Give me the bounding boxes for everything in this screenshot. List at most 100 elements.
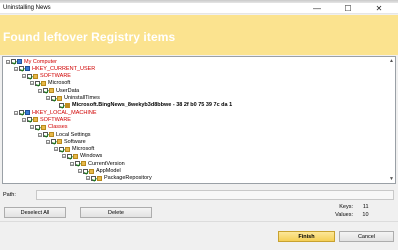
tree-node[interactable]: − Software: [46, 138, 86, 145]
tree-node-checkbox[interactable]: [59, 102, 64, 108]
expand-toggle-icon[interactable]: −: [6, 59, 10, 64]
uninstall-window: Uninstalling News — ☐ ✕ Found leftover R…: [0, 0, 398, 250]
tree-node[interactable]: − Classes: [30, 124, 68, 131]
close-icon: ✕: [375, 4, 383, 13]
tree-node[interactable]: − Microsoft: [54, 146, 94, 153]
banner-heading: Found leftover Registry items: [3, 30, 176, 44]
tree-node-checkbox[interactable]: [83, 168, 88, 174]
tree-node-label: PackageRepository: [104, 175, 152, 182]
expand-toggle-icon[interactable]: −: [22, 117, 26, 122]
tree-node-label: Local Settings: [56, 131, 91, 138]
scroll-up-icon[interactable]: ▲: [389, 58, 394, 64]
tree-node-checkbox[interactable]: [43, 88, 48, 94]
tree-node[interactable]: − SOFTWARE: [22, 116, 71, 123]
folder-icon: [57, 95, 62, 101]
expand-toggle-icon[interactable]: −: [46, 139, 50, 144]
tree-node-label: Software: [64, 138, 86, 145]
folder-icon: [57, 139, 62, 145]
tree-node-label: Microsoft: [48, 80, 71, 87]
tree-node[interactable]: Microsoft.BingNews_8wekyb3d8bbwe - 38 2f…: [54, 102, 232, 109]
folder-icon: [65, 146, 70, 152]
deselect-all-button[interactable]: Deselect All: [4, 207, 66, 218]
expand-toggle-icon[interactable]: −: [38, 132, 42, 137]
tree-node[interactable]: − Windows: [62, 153, 102, 160]
tree-node-label: SOFTWARE: [40, 73, 71, 80]
tree-node-checkbox[interactable]: [27, 117, 32, 123]
tree-node[interactable]: − HKEY_LOCAL_MACHINE: [14, 109, 97, 116]
tree-node-checkbox[interactable]: [43, 132, 48, 137]
folder-icon: [33, 73, 38, 79]
tree-node-checkbox[interactable]: [11, 59, 16, 64]
tree-node[interactable]: − UserData: [38, 87, 79, 94]
tree-node-checkbox[interactable]: [59, 146, 64, 152]
tree-node[interactable]: − SOFTWARE: [22, 73, 71, 80]
expand-toggle-icon[interactable]: −: [54, 147, 58, 152]
tree-node-checkbox[interactable]: [19, 110, 24, 116]
expand-toggle-icon[interactable]: −: [46, 96, 50, 101]
path-row: Path:: [3, 190, 397, 200]
delete-button[interactable]: Delete: [80, 207, 152, 218]
folder-icon: [49, 132, 54, 137]
folder-icon: [97, 175, 102, 181]
title-bar: Uninstalling News — ☐ ✕: [0, 3, 398, 14]
expand-toggle-icon[interactable]: −: [62, 154, 66, 159]
maximize-icon: ☐: [344, 4, 352, 13]
path-label: Path:: [3, 192, 16, 198]
window-title: Uninstalling News: [3, 5, 51, 11]
tree-node-label: Microsoft: [72, 146, 95, 153]
folder-icon: [33, 117, 38, 123]
registry-tree[interactable]: ▲ ▼ − My Computer − HKEY_CURRENT_USER − SOFTW…: [2, 56, 396, 184]
minimize-button[interactable]: —: [302, 3, 332, 14]
registry-hive-icon: [25, 66, 30, 72]
maximize-button[interactable]: ☐: [333, 3, 363, 14]
tree-node-checkbox[interactable]: [51, 95, 56, 101]
registry-key-icon: [65, 102, 70, 108]
tree-node[interactable]: − My Computer: [6, 58, 57, 65]
tree-node-label: My Computer: [24, 58, 58, 65]
tree-node[interactable]: − HKEY_CURRENT_USER: [14, 65, 95, 72]
folder-icon: [73, 153, 78, 159]
expand-toggle-icon[interactable]: −: [14, 110, 18, 115]
registry-hive-icon: [25, 110, 30, 116]
tree-node-checkbox[interactable]: [51, 139, 56, 145]
folder-icon: [49, 88, 54, 94]
expand-toggle-icon[interactable]: −: [78, 169, 82, 174]
tree-node-checkbox[interactable]: [19, 66, 24, 72]
tree-node[interactable]: − AppModel: [78, 168, 121, 175]
keys-label: Keys:: [339, 204, 353, 210]
expand-toggle-icon[interactable]: −: [70, 161, 74, 166]
tree-node[interactable]: − CurrentVersion: [70, 160, 125, 167]
folder-icon: [41, 124, 46, 130]
cancel-button[interactable]: Cancel: [339, 231, 394, 242]
tree-node-checkbox[interactable]: [35, 80, 40, 86]
tree-node-label: HKEY_LOCAL_MACHINE: [32, 109, 97, 116]
tree-node-checkbox[interactable]: [27, 73, 32, 79]
close-button[interactable]: ✕: [364, 3, 394, 14]
tree-node[interactable]: − Microsoft: [30, 80, 70, 87]
tree-node-label: HKEY_CURRENT_USER: [32, 65, 96, 72]
expand-toggle-icon[interactable]: −: [38, 88, 42, 93]
finish-button[interactable]: Finish: [278, 231, 335, 242]
scroll-down-icon[interactable]: ▼: [389, 176, 394, 182]
tree-node[interactable]: − Local Settings: [38, 131, 91, 138]
tree-node-label: SOFTWARE: [40, 116, 71, 123]
expand-toggle-icon[interactable]: −: [14, 66, 18, 71]
minimize-icon: —: [313, 4, 321, 13]
tree-node-label: Classes: [48, 124, 68, 131]
tree-node[interactable]: − PackageRepository: [86, 175, 152, 182]
values-label: Values:: [335, 212, 353, 218]
path-field[interactable]: [36, 190, 394, 200]
expand-toggle-icon[interactable]: −: [86, 176, 90, 181]
tree-node-checkbox[interactable]: [35, 124, 40, 130]
tree-node-checkbox[interactable]: [75, 161, 80, 167]
tree-node-checkbox[interactable]: [67, 153, 72, 159]
expand-toggle-icon[interactable]: −: [30, 81, 34, 86]
tree-node-label: Microsoft.BingNews_8wekyb3d8bbwe - 38 2f…: [72, 102, 233, 109]
expand-toggle-icon[interactable]: −: [22, 74, 26, 79]
tree-node-checkbox[interactable]: [91, 175, 96, 181]
tree-node[interactable]: − UninstallTimes: [46, 95, 100, 102]
computer-icon: [17, 59, 22, 64]
expand-toggle-icon[interactable]: −: [30, 125, 34, 130]
tree-node-label: Windows: [80, 153, 103, 160]
stats-panel: Keys: 11 Values: 10: [333, 203, 368, 219]
